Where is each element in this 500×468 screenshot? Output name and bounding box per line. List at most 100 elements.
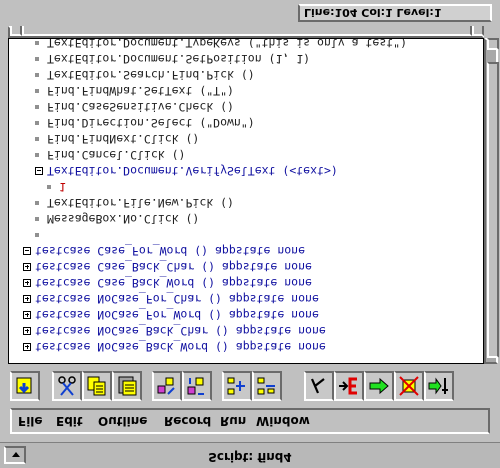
menu-edit[interactable]: Edit <box>56 414 83 428</box>
indent-icon <box>157 377 175 395</box>
copy-button[interactable] <box>82 371 112 401</box>
outline-line-text: testcase NoCase_Back_Word () appstate no… <box>35 340 326 354</box>
bullet-icon <box>35 201 39 205</box>
bullet-icon <box>35 217 39 221</box>
horizontal-scrollbar[interactable] <box>8 24 484 38</box>
bullet-icon <box>35 73 39 77</box>
vertical-scroll-thumb[interactable] <box>487 62 499 358</box>
expand-icon[interactable] <box>23 327 31 335</box>
run-e-icon <box>339 377 357 395</box>
outline-line[interactable]: testcase NoCase_For_Char () appstate non… <box>21 291 479 307</box>
outline-line[interactable]: MessageBox.No.Click () <box>21 211 479 227</box>
stop-icon <box>399 376 419 396</box>
expand-icon[interactable] <box>23 263 31 271</box>
bullet-icon <box>35 233 39 237</box>
scroll-up-arrow[interactable] <box>487 38 499 50</box>
expand-icon[interactable] <box>23 279 31 287</box>
move-up-button[interactable] <box>222 371 252 401</box>
expand-icon[interactable] <box>23 343 31 351</box>
outdent-icon <box>187 377 204 395</box>
paste-icon <box>118 376 137 396</box>
script-window: Script: find4 File Edit Outline Record R… <box>0 0 500 468</box>
outline-line[interactable]: testcase Case_For_Word () appstate none <box>21 243 479 259</box>
step-into-button[interactable] <box>424 371 454 401</box>
open-icon <box>16 377 32 394</box>
run-arrow-icon <box>369 377 389 395</box>
outline-line-text: testcase Case_For_Word () appstate none <box>35 244 306 258</box>
outline-line-text: 1 <box>59 180 66 194</box>
menu-file[interactable]: File <box>18 414 43 428</box>
open-button[interactable] <box>10 371 40 401</box>
move-down-button[interactable] <box>252 371 282 401</box>
outline-line-text: Find.Cancel.Click () <box>47 148 186 162</box>
expand-icon[interactable] <box>23 295 31 303</box>
outline-line[interactable]: TextEditor.Document.VerifySelText (<text… <box>21 163 479 179</box>
menu-record[interactable]: Record <box>164 414 211 428</box>
status-position-box: Line:104 Col:1 Level:1 <box>298 4 492 22</box>
bullet-icon <box>35 57 39 61</box>
expand-icon[interactable] <box>23 311 31 319</box>
menu-window[interactable]: Window <box>256 414 310 428</box>
toolbar <box>10 364 490 404</box>
outline-line[interactable]: Find.CaseSensitive.Check () <box>21 99 479 115</box>
bullet-icon <box>47 185 51 189</box>
outline-line[interactable]: 1 <box>21 179 479 195</box>
outline-line-text: testcase Case_Back_Char () appstate none <box>35 260 312 274</box>
outline-line-text: testcase Case_Back_Word () appstate none <box>35 276 312 290</box>
outline-line[interactable] <box>21 227 479 243</box>
paste-button[interactable] <box>112 371 142 401</box>
menu-run[interactable]: Run <box>220 414 246 428</box>
bullet-icon <box>35 41 39 45</box>
outline-line[interactable]: testcase NoCase_For_Word () appstate non… <box>21 307 479 323</box>
outline-line[interactable]: Find.FindWhat.SetText ("T") <box>21 83 479 99</box>
bullet-icon <box>35 89 39 93</box>
copy-icon <box>87 376 106 396</box>
stop-button[interactable] <box>394 371 424 401</box>
outline-line-text: TextEditor.Document.VerifySelText (<text… <box>47 164 338 178</box>
vertical-scrollbar[interactable] <box>484 38 499 364</box>
lambda-icon <box>310 378 325 394</box>
status-bar: Line:104 Col:1 Level:1 <box>0 0 500 26</box>
outline-line[interactable]: TextEditor.Document.TypeKeys ("this is o… <box>21 38 479 51</box>
lambda-button[interactable] <box>304 371 334 401</box>
outline-line[interactable]: TextEditor.Document.SetPosition (1, 1) <box>21 51 479 67</box>
move-down-icon <box>257 377 275 395</box>
outline-line-text: Find.CaseSensitive.Check () <box>47 100 234 114</box>
outline-line-text: TextEditor.Document.SetPosition (1, 1) <box>47 52 311 66</box>
outdent-button[interactable] <box>182 371 212 401</box>
move-up-icon <box>227 377 245 395</box>
outline-line-text: TextEditor.Search.Find.Pick () <box>47 68 255 82</box>
outline-line-text: MessageBox.No.Click () <box>47 212 200 226</box>
outline-line[interactable]: testcase NoCase_Back_Word () appstate no… <box>21 339 479 355</box>
step-into-icon <box>428 377 448 395</box>
cut-icon <box>58 376 76 396</box>
collapse-icon[interactable] <box>23 247 31 255</box>
outline-line-text: Find.Direction.Select ("Down") <box>47 116 255 130</box>
outline-line-text: Find.FindWhat.SetText ("T") <box>47 84 234 98</box>
outline-line[interactable]: testcase Case_Back_Word () appstate none <box>21 275 479 291</box>
outline-line[interactable]: Find.FindNext.Click () <box>21 131 479 147</box>
collapse-icon[interactable] <box>35 167 43 175</box>
menu-outline[interactable]: Outline <box>98 414 147 428</box>
outline-line[interactable]: testcase NoCase_Back_Char () appstate no… <box>21 323 479 339</box>
outline-line[interactable]: Find.Cancel.Click () <box>21 147 479 163</box>
outline-line-text: testcase NoCase_For_Char () appstate non… <box>35 292 319 306</box>
menu-bar: File Edit Outline Record Run Window <box>10 408 490 434</box>
outline-line[interactable]: TextEditor.File.New.Pick () <box>21 195 479 211</box>
run-arrow-button[interactable] <box>364 371 394 401</box>
script-editor[interactable]: testcase NoCase_Back_Word () appstate no… <box>8 38 484 364</box>
run-e-button[interactable] <box>334 371 364 401</box>
cursor-position: Line:104 Col:1 Level:1 <box>304 6 442 19</box>
bullet-icon <box>35 153 39 157</box>
bullet-icon <box>35 121 39 125</box>
bullet-icon <box>35 105 39 109</box>
window-title: Script: find4 <box>208 450 292 464</box>
outline-line[interactable]: TextEditor.Search.Find.Pick () <box>21 67 479 83</box>
outline-line[interactable]: testcase Case_Back_Char () appstate none <box>21 259 479 275</box>
outline-line-text: TextEditor.Document.TypeKeys ("this is o… <box>47 38 408 50</box>
indent-button[interactable] <box>152 371 182 401</box>
outline-line-text: TextEditor.File.New.Pick () <box>47 196 234 210</box>
bullet-icon <box>35 137 39 141</box>
cut-button[interactable] <box>52 371 82 401</box>
outline-line[interactable]: Find.Direction.Select ("Down") <box>21 115 479 131</box>
